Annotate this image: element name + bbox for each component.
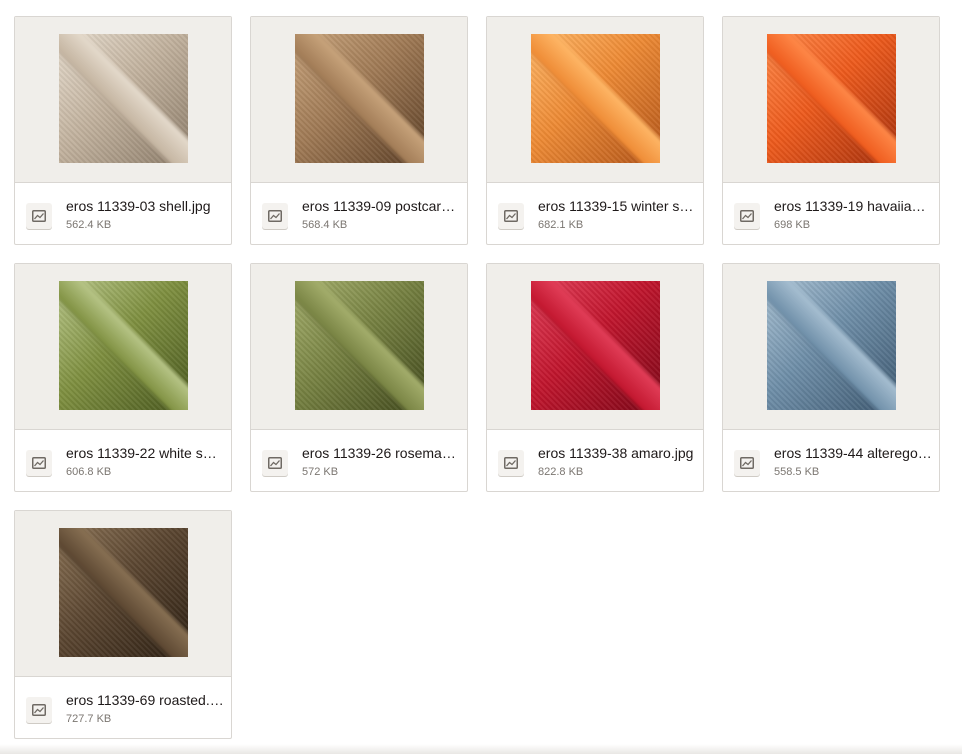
thumbnail-area[interactable] bbox=[723, 17, 939, 183]
file-card[interactable]: eros 11339-69 roasted.jpg 727.7 KB bbox=[14, 510, 232, 739]
fabric-fold-highlight bbox=[295, 281, 424, 410]
fabric-thumbnail bbox=[767, 281, 896, 410]
fabric-thumbnail bbox=[767, 34, 896, 163]
fabric-fold-highlight bbox=[59, 281, 188, 410]
file-info bbox=[15, 183, 231, 244]
file-card[interactable]: eros 11339-09 postcard.jpg 568.4 KB bbox=[250, 16, 468, 245]
fabric-fold-highlight bbox=[531, 281, 660, 410]
fabric-fold-highlight bbox=[59, 528, 188, 657]
thumbnail-area[interactable] bbox=[15, 264, 231, 430]
file-card[interactable]: eros 11339-26 rosemary.jpg 572 KB bbox=[250, 263, 468, 492]
fabric-thumbnail bbox=[531, 281, 660, 410]
file-card[interactable]: eros 11339-44 alterego.jpg 558.5 KB bbox=[722, 263, 940, 492]
fabric-fold-highlight bbox=[59, 34, 188, 163]
file-info bbox=[487, 183, 703, 244]
fabric-fold-highlight bbox=[295, 34, 424, 163]
thumbnail-area[interactable] bbox=[487, 17, 703, 183]
fabric-thumbnail bbox=[295, 34, 424, 163]
file-info bbox=[723, 430, 939, 491]
file-grid: eros 11339-03 shell.jpg 562.4 KB eros 1133… bbox=[0, 0, 962, 754]
file-info bbox=[487, 430, 703, 491]
file-info bbox=[15, 430, 231, 491]
file-info bbox=[723, 183, 939, 244]
fabric-fold-highlight bbox=[531, 34, 660, 163]
fabric-thumbnail bbox=[531, 34, 660, 163]
file-info bbox=[15, 677, 231, 738]
file-card[interactable]: eros 11339-22 white sage.jpg606.8 KB bbox=[14, 263, 232, 492]
fabric-fold-highlight bbox=[767, 281, 896, 410]
file-info bbox=[251, 183, 467, 244]
thumbnail-area[interactable] bbox=[723, 264, 939, 430]
file-info bbox=[251, 430, 467, 491]
fabric-thumbnail bbox=[59, 281, 188, 410]
thumbnail-area[interactable] bbox=[487, 264, 703, 430]
file-card[interactable]: eros 11339-19 havaiian.jpg 698 KB bbox=[722, 16, 940, 245]
file-card[interactable]: eros 11339-03 shell.jpg 562.4 KB bbox=[14, 16, 232, 245]
thumbnail-area[interactable] bbox=[251, 264, 467, 430]
thumbnail-area[interactable] bbox=[15, 17, 231, 183]
thumbnail-area[interactable] bbox=[251, 17, 467, 183]
file-card[interactable]: eros 11339-38 amaro.jpg 822.8 KB bbox=[486, 263, 704, 492]
thumbnail-area[interactable] bbox=[15, 511, 231, 677]
file-card[interactable]: eros 11339-15 winter squash.jpg682.1 KB bbox=[486, 16, 704, 245]
fabric-fold-highlight bbox=[767, 34, 896, 163]
scroll-fade bbox=[0, 744, 962, 754]
fabric-thumbnail bbox=[59, 528, 188, 657]
fabric-thumbnail bbox=[59, 34, 188, 163]
fabric-thumbnail bbox=[295, 281, 424, 410]
